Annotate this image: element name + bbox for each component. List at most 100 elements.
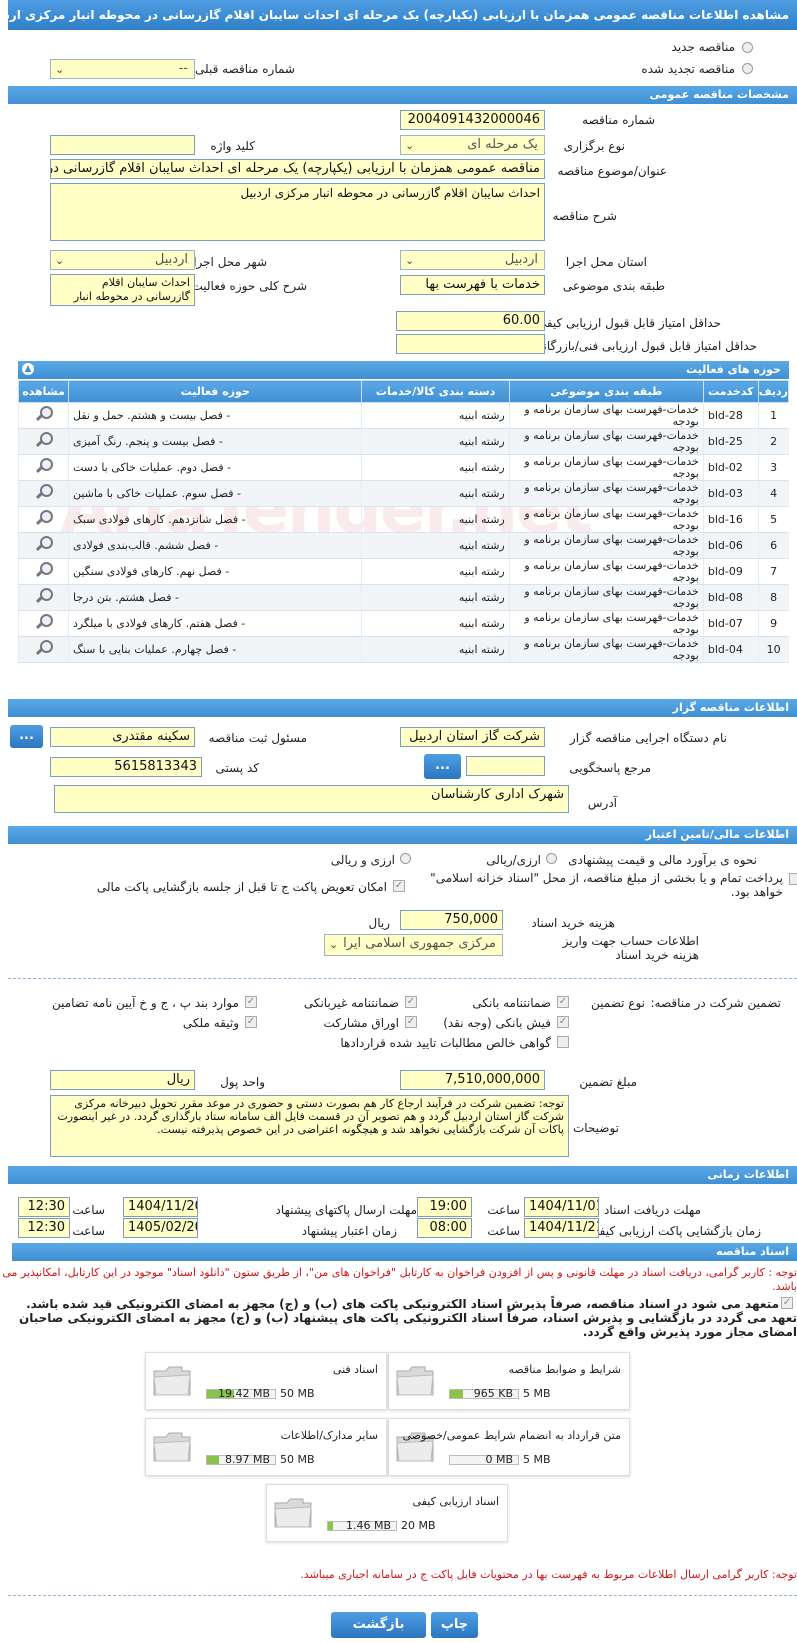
folder-icon bbox=[153, 1432, 191, 1462]
activity-desc-field[interactable]: احداث سایبان اقلام گازرسانی در محوطه انب… bbox=[50, 274, 195, 306]
min-tech-field[interactable] bbox=[396, 334, 545, 354]
address-label: آدرس bbox=[587, 796, 617, 810]
recv-time-field[interactable]: 19:00 bbox=[417, 1197, 472, 1217]
guarantee-bank-label: ضمانتنامه بانکی bbox=[472, 996, 551, 1010]
valid-date-field[interactable]: 1405/02/20 bbox=[123, 1218, 198, 1238]
category-field[interactable]: خدمات با فهرست بها bbox=[400, 275, 545, 295]
category-cell: خدمات-فهرست بهای سازمان برنامه و بودجه bbox=[508, 610, 704, 637]
magnifier-icon[interactable] bbox=[34, 639, 54, 657]
amount-field[interactable]: 7,510,000,000 bbox=[400, 1070, 545, 1090]
category-cell: خدمات-فهرست بهای سازمان برنامه و بودجه bbox=[508, 532, 704, 559]
postal-field[interactable]: 5615813343 bbox=[50, 757, 202, 777]
magnifier-icon[interactable] bbox=[34, 457, 54, 475]
currency-field[interactable]: ریال bbox=[50, 1070, 195, 1090]
keyword-field[interactable] bbox=[50, 135, 195, 155]
guarantee-property-checkbox[interactable]: ✓ bbox=[245, 1016, 257, 1028]
category-cell: خدمات-فهرست بهای سازمان برنامه و بودجه bbox=[508, 636, 704, 663]
field-cell: - فصل شانزدهم. کارهای فولادی سبک bbox=[67, 506, 362, 533]
renewed-tender-radio[interactable] bbox=[742, 63, 753, 74]
prev-number-select[interactable]: -- ⌄ bbox=[50, 59, 195, 79]
guarantee-claims-checkbox[interactable] bbox=[557, 1036, 569, 1048]
print-button[interactable]: چاپ bbox=[431, 1612, 478, 1638]
group-cell: رشته ابنیه bbox=[361, 480, 510, 507]
reference-lookup-button[interactable]: ... bbox=[424, 754, 461, 779]
document-card[interactable]: سایر مدارک/اطلاعات 50 MB 8.97 MB bbox=[145, 1418, 387, 1476]
notes-field[interactable]: توجه: تضمین شرکت در فرآیند ارجاع کار هم … bbox=[50, 1095, 569, 1157]
chevron-down-icon: ⌄ bbox=[329, 938, 339, 951]
magnifier-icon[interactable] bbox=[34, 535, 54, 553]
guarantee-nonbank-label: ضمانتنامه غیربانکی bbox=[303, 996, 399, 1010]
tender-number-field[interactable]: 2004091432000046 bbox=[400, 110, 545, 130]
document-card[interactable]: اسناد فنی 50 MB 19.42 MB bbox=[145, 1352, 387, 1410]
row-number-cell: 1 bbox=[757, 402, 789, 429]
document-card[interactable]: متن قرارداد به انضمام شرایط عمومی/خصوصی 5… bbox=[388, 1418, 630, 1476]
service-code-cell: bld-03 bbox=[702, 480, 759, 507]
service-code-cell: bld-09 bbox=[702, 558, 759, 585]
collapse-icon[interactable]: ▲ bbox=[22, 363, 34, 375]
swap-envelope-checkbox[interactable]: ✓ bbox=[393, 880, 405, 892]
magnifier-icon[interactable] bbox=[34, 509, 54, 527]
table-row: 10 bld-04 خدمات-فهرست بهای سازمان برنامه و… bbox=[18, 636, 789, 663]
magnifier-icon[interactable] bbox=[34, 561, 54, 579]
address-field[interactable]: شهرک اداری کارشناسان bbox=[54, 785, 569, 813]
document-card[interactable]: اسناد ارزیابی کیفی 20 MB 1.46 MB bbox=[266, 1484, 508, 1542]
row-number-cell: 8 bbox=[757, 584, 789, 611]
holding-type-select[interactable]: یک مرحله ای ⌄ bbox=[400, 135, 545, 155]
org-field[interactable]: شرکت گاز استان اردبیل bbox=[400, 727, 545, 747]
open-date-field[interactable]: 1404/11/21 bbox=[524, 1218, 599, 1238]
row-number-cell: 3 bbox=[757, 454, 789, 481]
islamic-treasury-checkbox[interactable] bbox=[789, 873, 797, 885]
rial-label: ارزی/ریالی bbox=[486, 853, 541, 867]
guarantee-bonds-checkbox[interactable]: ✓ bbox=[405, 1016, 417, 1028]
magnifier-icon[interactable] bbox=[34, 587, 54, 605]
guarantee-cash-checkbox[interactable]: ✓ bbox=[557, 1016, 569, 1028]
document-max-size: 20 MB bbox=[401, 1519, 436, 1532]
category-cell: خدمات-فهرست بهای سازمان برنامه و بودجه bbox=[508, 402, 704, 429]
prev-number-label: شماره مناقصه قبلی bbox=[195, 62, 295, 76]
service-code-cell: bld-08 bbox=[702, 584, 759, 611]
magnifier-icon[interactable] bbox=[34, 613, 54, 631]
field-cell: - فصل هشتم. بتن درجا bbox=[67, 584, 362, 611]
magnifier-icon[interactable] bbox=[34, 431, 54, 449]
folder-icon bbox=[274, 1498, 312, 1528]
account-select[interactable]: مرکزی جمهوری اسلامی ایرا ⌄ bbox=[324, 934, 503, 956]
doc-cost-field[interactable]: 750,000 bbox=[400, 910, 503, 930]
back-button[interactable]: بازگشت bbox=[331, 1612, 426, 1638]
min-quality-field[interactable]: 60.00 bbox=[396, 311, 545, 331]
both-radio[interactable] bbox=[400, 853, 411, 864]
open-time-field[interactable]: 08:00 bbox=[417, 1218, 472, 1238]
account-label: اطلاعات حساب جهت واریز هزینه خرید اسناد bbox=[562, 934, 699, 962]
table-row: 9 bld-07 خدمات-فهرست بهای سازمان برنامه و … bbox=[18, 610, 789, 637]
responsible-lookup-button[interactable]: ... bbox=[10, 725, 43, 748]
finance-section-header: اطلاعات مالی/تامین اعتبار bbox=[8, 826, 797, 844]
subject-field[interactable]: مناقصه عمومی همزمان با ارزیابی (یکپارچه)… bbox=[50, 159, 545, 179]
valid-time-field[interactable]: 12:30 bbox=[18, 1218, 70, 1238]
view-cell bbox=[18, 532, 69, 559]
guarantee-clauses-checkbox[interactable]: ✓ bbox=[245, 996, 257, 1008]
guarantee-bank-checkbox[interactable]: ✓ bbox=[557, 996, 569, 1008]
new-tender-radio[interactable] bbox=[742, 42, 753, 53]
group-cell: رشته ابنیه bbox=[361, 428, 510, 455]
new-tender-label: مناقصه جدید bbox=[671, 40, 735, 54]
province-select[interactable]: اردبیل ⌄ bbox=[400, 250, 545, 270]
group-cell: رشته ابنیه bbox=[361, 610, 510, 637]
keyword-label: کلید واژه bbox=[210, 139, 255, 153]
send-time-field[interactable]: 12:30 bbox=[18, 1197, 70, 1217]
send-date-field[interactable]: 1404/11/20 bbox=[123, 1197, 198, 1217]
city-select[interactable]: اردبیل ⌄ bbox=[50, 250, 195, 270]
rial-radio[interactable] bbox=[546, 853, 557, 864]
recv-date-field[interactable]: 1404/11/01 bbox=[524, 1197, 599, 1217]
valid-time-label: ساعت bbox=[72, 1224, 105, 1238]
reference-field[interactable] bbox=[466, 756, 545, 776]
magnifier-icon[interactable] bbox=[34, 405, 54, 423]
guarantee-nonbank-checkbox[interactable]: ✓ bbox=[405, 996, 417, 1008]
table-row: 8 bld-08 خدمات-فهرست بهای سازمان برنامه و … bbox=[18, 584, 789, 611]
responsible-field[interactable]: سکینه مقتدری bbox=[50, 727, 195, 747]
documents-section-header: اسناد مناقصه bbox=[12, 1243, 797, 1261]
description-field[interactable]: احداث سایبان اقلام گازرسانی در محوطه انب… bbox=[50, 183, 545, 241]
col-code: کدخدمت bbox=[702, 380, 759, 403]
document-card[interactable]: شرایط و ضوابط مناقصه 5 MB 965 KB bbox=[388, 1352, 630, 1410]
group-cell: رشته ابنیه bbox=[361, 636, 510, 663]
document-max-size: 5 MB bbox=[523, 1453, 551, 1466]
magnifier-icon[interactable] bbox=[34, 483, 54, 501]
